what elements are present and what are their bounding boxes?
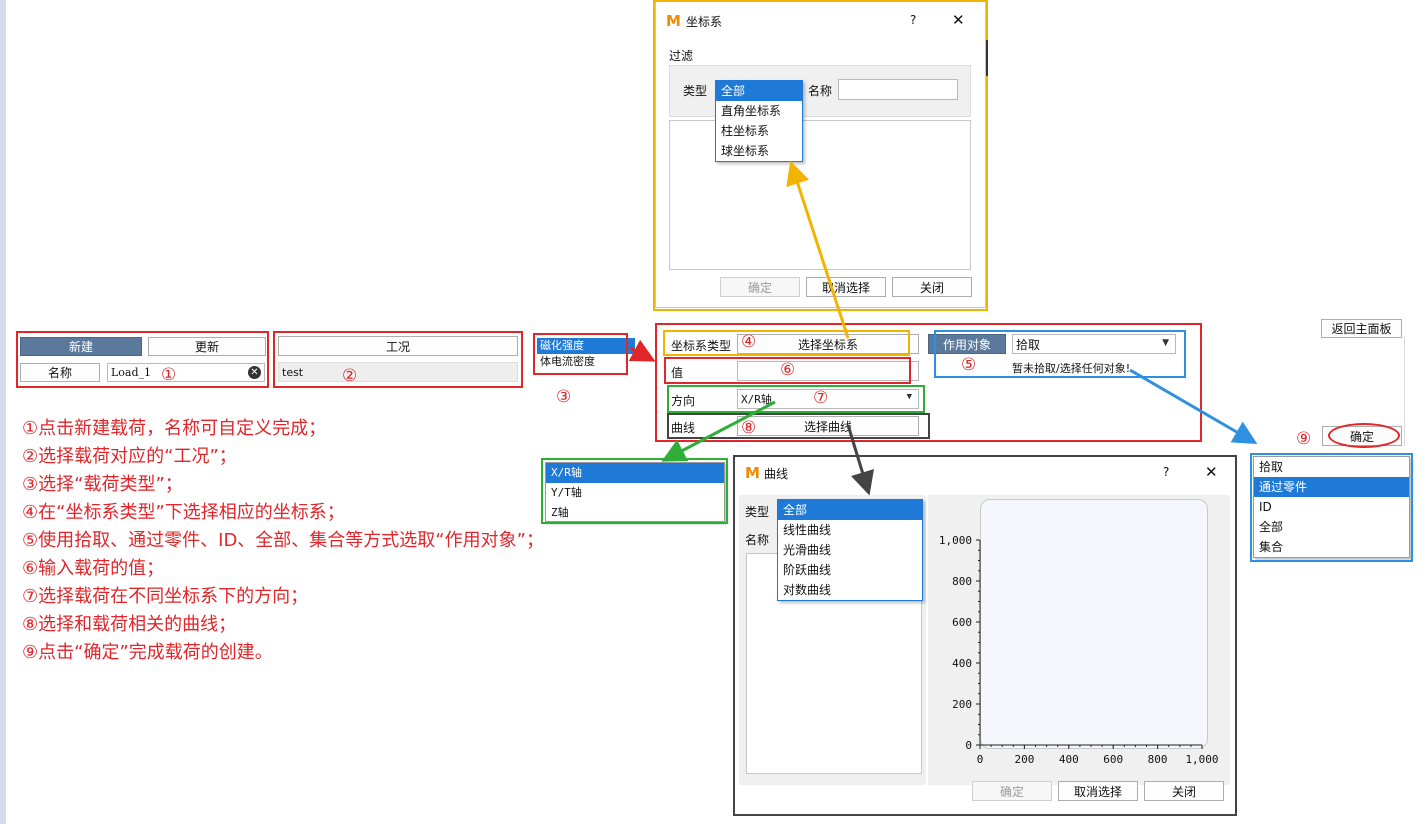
marker-6: ⑥ (780, 360, 796, 380)
instruction-8: ⑧选择和载荷相关的曲线； (22, 614, 237, 635)
highlight-box-8 (667, 413, 930, 439)
marker-8: ⑧ (741, 418, 757, 438)
highlight-box-2 (273, 331, 523, 388)
right-panel-edge (1404, 336, 1405, 446)
marker-7: ⑦ (813, 388, 829, 408)
highlight-ellipse-9 (1328, 423, 1400, 448)
window-edge (0, 0, 6, 824)
marker-4: ④ (741, 332, 757, 352)
instruction-1: ①点击新建载荷，名称可自定义完成； (22, 418, 327, 439)
instruction-9: ⑨点击“确定”完成载荷的创建。 (22, 642, 273, 663)
curve-dialog-highlight (733, 455, 1237, 816)
instruction-3: ③选择“载荷类型”； (22, 474, 183, 495)
highlight-box-3 (533, 333, 628, 375)
back-to-main-button[interactable]: 返回主面板 (1321, 319, 1402, 338)
marker-3: ③ (556, 387, 572, 407)
coord-dialog-edge-mark (984, 40, 988, 76)
instruction-7: ⑦选择载荷在不同坐标系下的方向； (22, 586, 309, 607)
marker-1: ① (161, 365, 177, 385)
marker-5: ⑤ (961, 355, 977, 375)
pick-list-highlight (1250, 453, 1413, 562)
highlight-box-4 (663, 330, 910, 356)
direction-list-highlight (541, 458, 728, 524)
instruction-5: ⑤使用拾取、通过零件、ID、全部、集合等方式选取“作用对象”； (22, 530, 544, 551)
instruction-4: ④在“坐标系类型”下选择相应的坐标系； (22, 502, 345, 523)
highlight-box-7 (667, 385, 925, 413)
highlight-box-1 (16, 331, 269, 388)
marker-9: ⑨ (1296, 429, 1312, 449)
instruction-2: ②选择载荷对应的“工况”； (22, 446, 237, 467)
instruction-6: ⑥输入载荷的值； (22, 558, 165, 579)
marker-2: ② (342, 366, 358, 386)
coord-dialog-highlight (653, 0, 988, 311)
